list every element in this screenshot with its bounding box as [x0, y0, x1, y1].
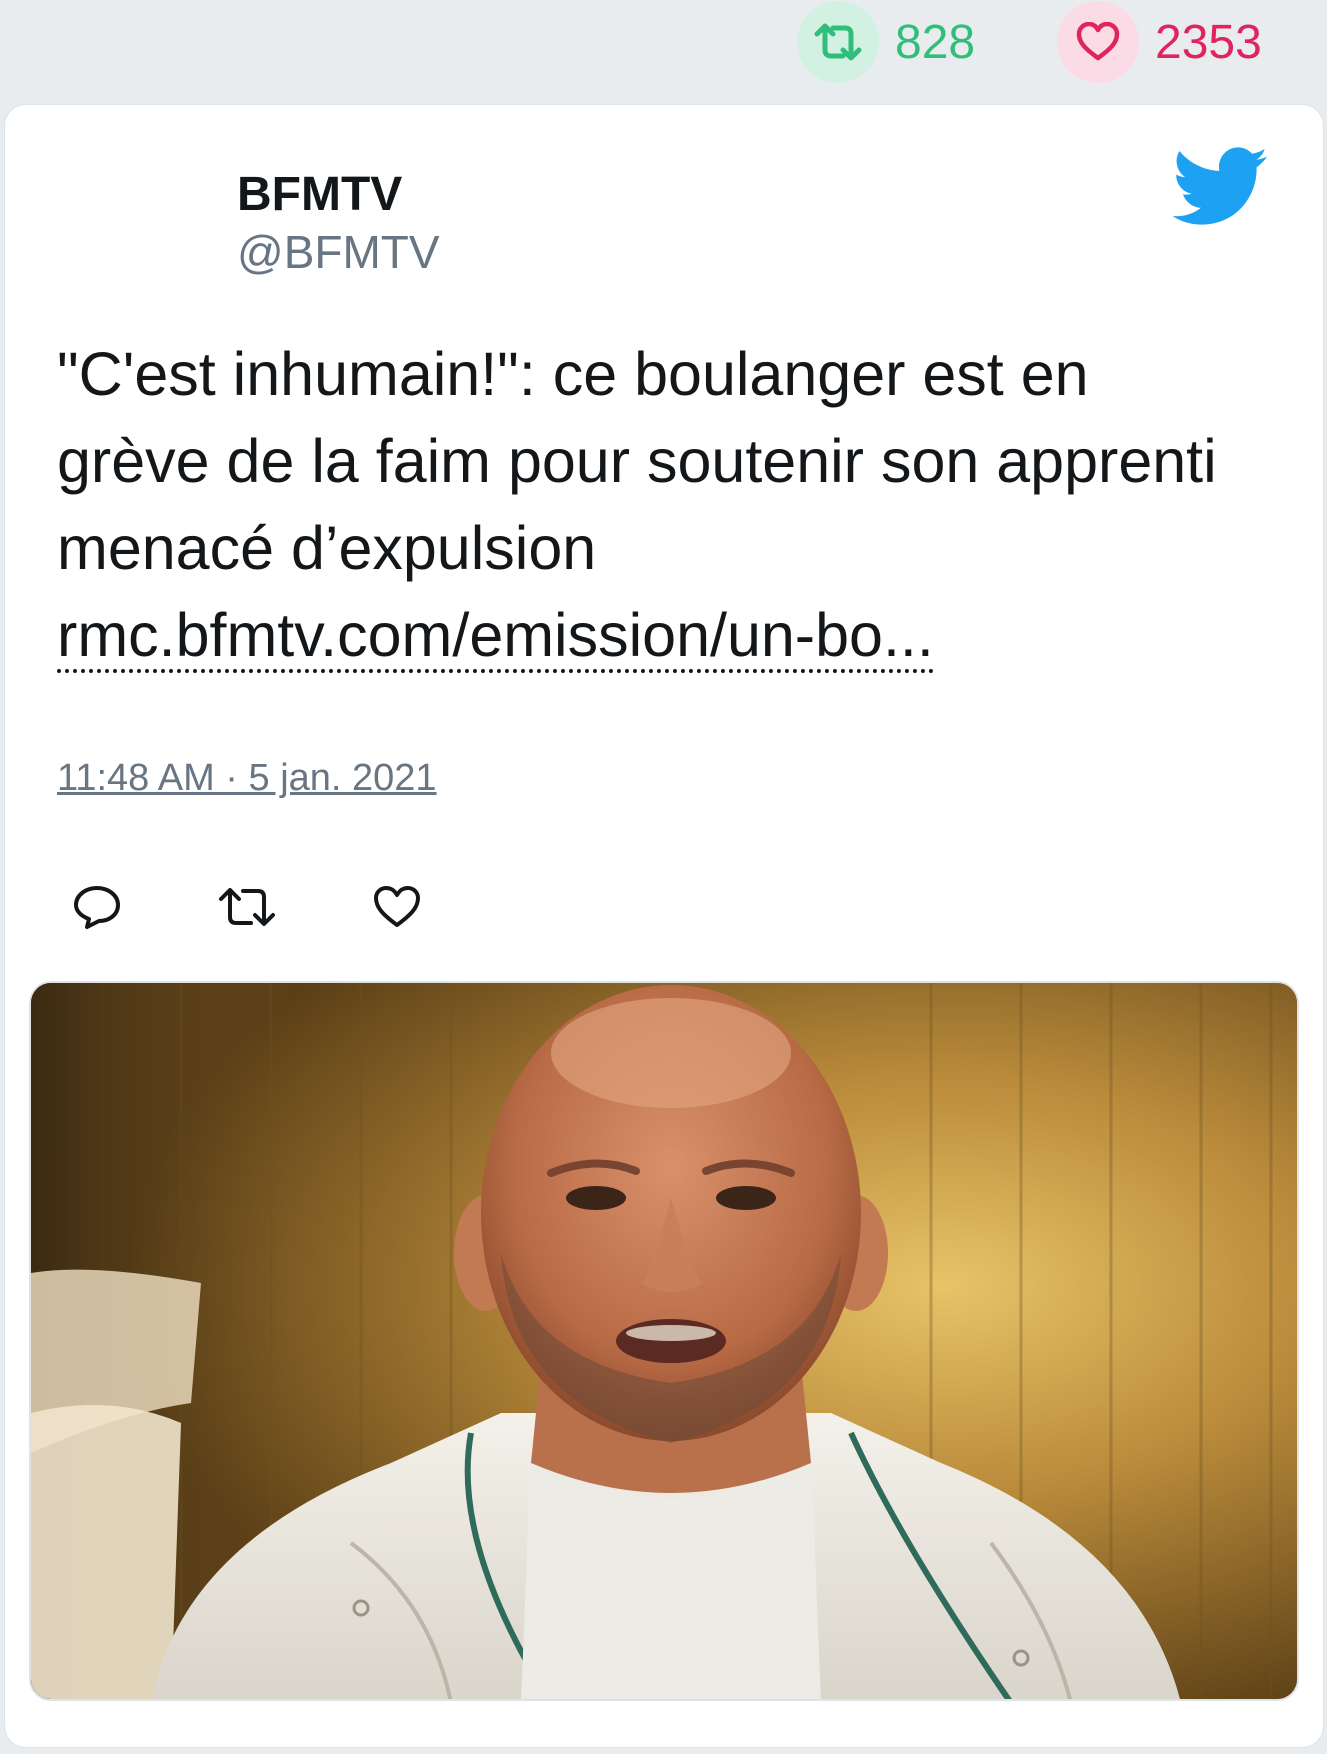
- retweet-count-stat[interactable]: 828: [797, 0, 975, 84]
- reply-icon: [72, 884, 122, 935]
- tweet-actions: [57, 869, 457, 949]
- chef-photo-image: [31, 983, 1297, 1699]
- tweet-card[interactable]: BFMTV @BFMTV "C'est inhumain!": ce boula…: [4, 104, 1324, 1748]
- tweet-link[interactable]: rmc.bfmtv.com/emission/un-bo...: [57, 601, 934, 673]
- tweet-text: "C'est inhumain!": ce boulanger est en g…: [57, 331, 1257, 679]
- like-count-stat[interactable]: 2353: [1057, 0, 1262, 84]
- engagement-stats: 828 2353: [0, 0, 1327, 92]
- heart-icon: [372, 885, 422, 934]
- tweet-body: "C'est inhumain!": ce boulanger est en g…: [57, 340, 1217, 582]
- author-name[interactable]: BFMTV: [237, 167, 402, 222]
- like-button[interactable]: [357, 869, 437, 949]
- author-handle[interactable]: @BFMTV: [237, 225, 440, 279]
- heart-icon: [1057, 1, 1139, 83]
- reply-button[interactable]: [57, 869, 137, 949]
- tweet-timestamp[interactable]: 11:48 AM · 5 jan. 2021: [57, 757, 437, 800]
- retweet-button[interactable]: [207, 869, 287, 949]
- retweet-count: 828: [895, 15, 976, 69]
- twitter-bird-icon[interactable]: [1172, 147, 1269, 227]
- retweet-icon: [797, 1, 879, 83]
- like-count: 2353: [1155, 15, 1262, 69]
- retweet-icon: [217, 885, 277, 934]
- tweet-media-photo[interactable]: [29, 981, 1299, 1701]
